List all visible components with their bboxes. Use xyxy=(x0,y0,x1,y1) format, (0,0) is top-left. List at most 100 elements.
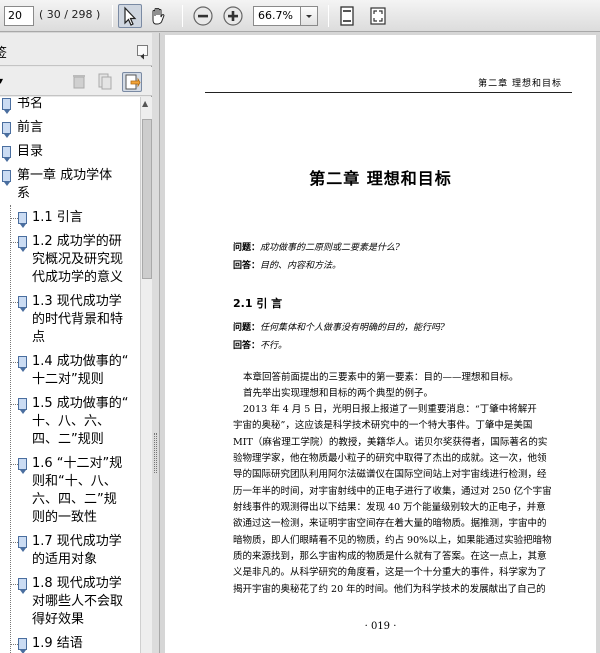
bookmark-icon xyxy=(18,296,27,312)
tree-connector xyxy=(10,242,18,243)
bookmarks-sidebar: 签 ▾ 书名 前言 目录 第一章 成功学体系 1.1 引言 1.2 成功学的研 究概况及 xyxy=(0,33,152,653)
toolbar-separator xyxy=(182,5,183,27)
tree-connector xyxy=(10,644,18,645)
page-number: · 019 · xyxy=(364,621,397,632)
running-head: 第二章 理想和目标 xyxy=(478,79,562,89)
bookmark-label: 1.1 引言 xyxy=(32,210,83,225)
bookmark-item[interactable]: 1.9 结语 xyxy=(0,635,140,653)
bookmark-label: 代成功学的意义 xyxy=(32,270,124,285)
bookmark-label: 十二对”规则 xyxy=(32,372,104,387)
zoom-out-button[interactable] xyxy=(191,4,215,28)
bookmark-label: 十、八、六、 xyxy=(32,414,111,429)
bookmark-item[interactable]: 1.6 “十二对”规 则和“十、八、 六、四、二”规 则的一致性 xyxy=(0,455,140,527)
panel-splitter[interactable] xyxy=(152,33,160,653)
bookmark-label: 四、二”规则 xyxy=(32,432,104,447)
bookmark-label: 对哪些人不会取 xyxy=(32,594,124,609)
bookmark-label: 的时代背景和特 xyxy=(32,312,124,327)
bookmark-item[interactable]: 1.5 成功做事的“ 十、八、六、 四、二”规则 xyxy=(0,395,140,449)
scroll-up-icon[interactable]: ▲ xyxy=(142,99,148,108)
answer-line: 回答：不行。 xyxy=(233,341,288,351)
bookmark-label: 则和“十、八、 xyxy=(32,474,117,489)
page-number-input[interactable]: 20 xyxy=(4,6,34,26)
bookmark-item[interactable]: 前言 xyxy=(0,119,140,138)
bookmark-item[interactable]: 1.8 现代成功学 对哪些人不会取 得好效果 xyxy=(0,575,140,629)
tree-line xyxy=(10,205,11,653)
body-text-line: 验物理学家，他在物质最小粒子的研究中取得了杰出的成就。这一次，他领 xyxy=(233,453,547,464)
bookmark-item[interactable]: 1.2 成功学的研 究概况及研究现 代成功学的意义 xyxy=(0,233,140,287)
bookmark-icon xyxy=(18,356,27,372)
bookmark-label: 书名 xyxy=(17,97,44,111)
toolbar: 20 ( 30 / 298 ) 66.7% xyxy=(0,0,600,32)
bookmark-tools: ▾ xyxy=(0,67,152,96)
body-text-line: 导的国际研究团队利用阿尔法磁谱仪在国际空间站上对宇宙线进行检测，经 xyxy=(233,469,547,480)
zoom-level-input[interactable]: 66.7% xyxy=(253,6,301,26)
hand-tool-button[interactable] xyxy=(146,4,170,28)
bookmark-label: 1.6 “十二对”规 xyxy=(32,456,123,471)
bookmark-item[interactable]: 第一章 成功学体系 xyxy=(0,167,140,203)
bookmark-item[interactable]: 1.4 成功做事的“ 十二对”规则 xyxy=(0,353,140,389)
bookmark-label: 系 xyxy=(17,186,31,201)
bookmark-options-icon xyxy=(98,73,112,90)
bookmark-item[interactable]: 1.7 现代成功学 的适用对象 xyxy=(0,533,140,569)
body-text-line: 暗物质，即人们眼睛看不见的物质，约占 90%以上，如果能通过实验把暗物 xyxy=(233,535,552,546)
zoom-out-icon xyxy=(193,6,213,26)
options-arrow-icon[interactable]: ▾ xyxy=(0,76,3,87)
bookmark-item[interactable]: 1.1 引言 xyxy=(0,209,140,228)
body-text-line: 质的来源找到，那么宇宙构成的物质是什么就有了答案。在这一点上，其意 xyxy=(233,551,547,562)
full-screen-button[interactable] xyxy=(366,4,390,28)
scrollbar-thumb[interactable] xyxy=(142,119,152,279)
bookmark-label: 1.8 现代成功学 xyxy=(32,576,122,591)
bookmark-label: 第一章 成功学体 xyxy=(17,168,113,183)
bookmark-item[interactable]: 书名 xyxy=(0,97,140,114)
fit-page-button[interactable] xyxy=(335,4,359,28)
tree-connector xyxy=(10,302,18,303)
body-text-line: 本章回答前面提出的三要素中的第一要素：目的——理想和目标。 xyxy=(243,372,519,383)
zoom-in-icon xyxy=(223,6,243,26)
bookmark-label: 前言 xyxy=(17,120,44,135)
bookmark-icon xyxy=(2,122,11,138)
bookmark-icon xyxy=(18,458,27,474)
zoom-dropdown-button[interactable] xyxy=(300,6,318,26)
bookmark-tree: 书名 前言 目录 第一章 成功学体系 1.1 引言 1.2 成功学的研 究概况及研究现 代成功… xyxy=(0,97,140,653)
hand-tool-icon xyxy=(152,8,165,25)
body-text-line: MIT（麻省理工学院）的教授，美籍华人。诺贝尔奖获得者，国际著名的实 xyxy=(233,437,548,448)
bookmark-item[interactable]: 1.3 现代成功学 的时代背景和特点 xyxy=(0,293,140,347)
collapse-sidebar-button[interactable] xyxy=(137,45,148,60)
find-bookmark-icon xyxy=(125,74,141,90)
bookmark-icon xyxy=(2,146,11,162)
chevron-left-icon xyxy=(140,53,144,60)
body-text-line: 首先举出实现理想和目标的两个典型的例子。 xyxy=(243,388,434,399)
new-bookmark-button[interactable] xyxy=(96,72,116,92)
bookmark-label: 六、四、二”规 xyxy=(32,492,117,507)
bookmark-icon xyxy=(18,536,27,552)
delete-bookmark-button[interactable] xyxy=(70,72,90,92)
bookmark-icon xyxy=(18,638,27,653)
tree-connector xyxy=(10,542,18,543)
bookmark-label: 1.9 结语 xyxy=(32,636,83,651)
zoom-in-button[interactable] xyxy=(221,4,245,28)
bookmark-label: 1.7 现代成功学 xyxy=(32,534,122,549)
pdf-page: 第二章 理想和目标 第二章 理想和目标 问题：成功做事的二原则或二要素是什么? … xyxy=(165,35,596,653)
question-line: 问题：任何集体和个人做事没有明确的目的，能行吗? xyxy=(233,323,445,333)
expand-bookmark-button[interactable] xyxy=(122,72,142,92)
sidebar-scrollbar[interactable]: ▲ xyxy=(140,97,152,653)
bookmark-label: 1.3 现代成功学 xyxy=(32,294,122,309)
header-rule xyxy=(205,92,572,93)
bookmark-item[interactable]: 目录 xyxy=(0,143,140,162)
fit-page-icon xyxy=(340,6,354,26)
tree-connector xyxy=(10,218,18,219)
bookmark-icon xyxy=(18,578,27,594)
body-text-line: 宇宙的奥秘”，这应该是科学技术研究中的一个特大事件。丁肇中是美国 xyxy=(233,420,533,431)
bookmark-icon xyxy=(18,212,27,228)
select-tool-button[interactable] xyxy=(118,4,142,28)
question-line: 问题：成功做事的二原则或二要素是什么? xyxy=(233,243,400,253)
bookmark-label: 1.2 成功学的研 xyxy=(32,234,122,249)
bookmark-icon xyxy=(2,98,11,114)
bookmark-label: 1.5 成功做事的“ xyxy=(32,396,129,411)
bookmark-label: 1.4 成功做事的“ xyxy=(32,354,129,369)
chevron-down-icon xyxy=(306,15,312,18)
bookmark-label: 则的一致性 xyxy=(32,510,98,525)
splitter-grip[interactable] xyxy=(154,433,157,473)
document-viewport[interactable]: 第二章 理想和目标 第二章 理想和目标 问题：成功做事的二原则或二要素是什么? … xyxy=(161,33,600,653)
body-text-line: 揭开宇宙的奥秘花了约 20 年的时间。他们为科学技术的发展献出了自己的 xyxy=(233,584,546,595)
